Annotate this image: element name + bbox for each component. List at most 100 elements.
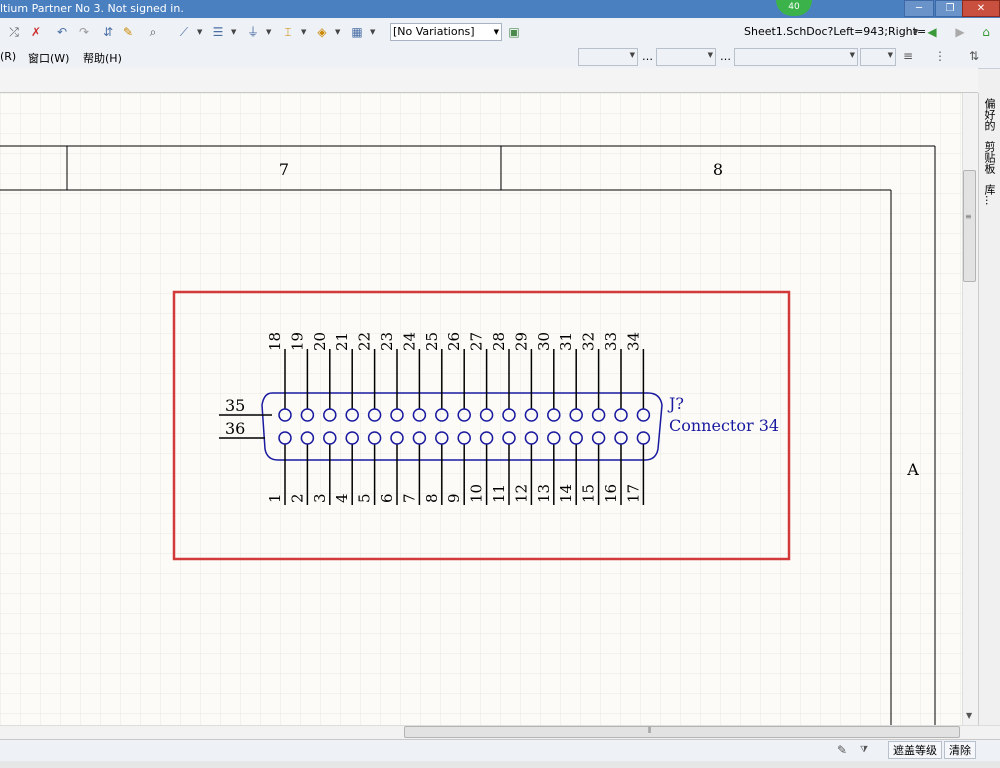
pin-35-label: 35 xyxy=(225,396,245,415)
binoculars-icon[interactable]: ⌕ xyxy=(145,24,161,40)
font-select[interactable]: ▼ xyxy=(578,48,638,66)
top-pin-number: 23 xyxy=(378,332,396,351)
variant-manager-icon[interactable]: ▣ xyxy=(506,24,522,40)
top-pin-number: 19 xyxy=(288,332,306,351)
minimize-button[interactable]: ─ xyxy=(904,0,934,17)
tab-clipboard[interactable]: 剪贴板 xyxy=(981,141,997,174)
clear-button[interactable]: 清除 xyxy=(944,741,976,759)
document-tab-strip xyxy=(0,68,978,93)
filter-icon[interactable]: ⧩ xyxy=(856,742,872,758)
pin-36-label: 36 xyxy=(225,419,245,438)
bottom-pin-number: 15 xyxy=(580,484,598,503)
separator-dots: … xyxy=(642,50,653,63)
top-pin-number: 26 xyxy=(445,332,463,351)
align-left-icon[interactable]: ≡ xyxy=(900,48,916,64)
grip-icon: ⦀ xyxy=(648,726,652,735)
mask-tool-icon[interactable]: ✎ xyxy=(834,742,850,758)
component-comment: Connector 34 xyxy=(669,416,779,435)
bottom-pin-number: 16 xyxy=(602,484,620,503)
bottom-pin-number: 1 xyxy=(266,493,284,503)
top-pin-number: 22 xyxy=(356,332,374,351)
schematic-canvas[interactable]: 7 8 A 35 36 J? Connector 34 18 19 20 21 22 23… xyxy=(0,93,962,725)
wire-tool-icon[interactable]: ⤮ xyxy=(6,24,22,40)
sheet-path-field[interactable]: Sheet1.SchDoc?Left=943;Right= xyxy=(744,25,926,38)
align-icon[interactable]: ☰ xyxy=(210,24,226,40)
top-pin-number: 20 xyxy=(311,332,329,351)
cross-probe-icon[interactable]: ⇵ xyxy=(100,24,116,40)
top-pin-number: 21 xyxy=(333,332,351,351)
bottom-pin-number: 9 xyxy=(445,493,463,503)
variations-label: [No Variations] xyxy=(393,25,475,38)
bottom-pin-number: 8 xyxy=(423,493,441,503)
mask-level-button[interactable]: 遮盖等级 xyxy=(888,741,942,759)
chevron-down-icon[interactable]: ▼ xyxy=(231,24,237,40)
chevron-down-icon: ▼ xyxy=(707,51,713,59)
pencil-icon[interactable]: ✎ xyxy=(120,24,136,40)
vertical-scroll-thumb[interactable] xyxy=(963,170,976,282)
bottom-pin-number: 13 xyxy=(535,484,553,503)
component-designator: J? xyxy=(667,394,684,413)
schematic-sheet: 7 8 A 35 36 J? Connector 34 18 19 20 21 22 23… xyxy=(0,93,962,725)
top-pin-number: 25 xyxy=(423,332,441,351)
ground-icon[interactable]: ⏚ xyxy=(245,24,261,40)
chevron-down-icon[interactable]: ▼ xyxy=(197,24,203,40)
separator-dots: … xyxy=(720,50,731,63)
size-select[interactable]: ▼ xyxy=(656,48,716,66)
port-icon[interactable]: ◈ xyxy=(314,24,330,40)
bottom-pin-number: 4 xyxy=(333,493,351,503)
chevron-down-icon[interactable]: ▼ xyxy=(301,24,307,40)
style-select[interactable]: ▼ xyxy=(734,48,858,66)
menu-item-window[interactable]: 窗口(W) xyxy=(28,50,69,66)
bottom-pin-number: 6 xyxy=(378,493,396,503)
close-button[interactable]: ✕ xyxy=(962,0,1000,17)
chevron-down-icon[interactable]: ▼ xyxy=(913,24,919,40)
top-pin-number: 28 xyxy=(490,332,508,351)
probe-icon[interactable]: ⌶ xyxy=(280,24,296,40)
redo-icon[interactable]: ↷ xyxy=(76,24,92,40)
distribute-icon[interactable]: ⋮ xyxy=(932,48,948,64)
back-icon[interactable]: ◀ xyxy=(924,24,940,40)
variations-select[interactable]: [No Variations] ▼ xyxy=(390,23,502,41)
chevron-down-icon[interactable]: ▼ xyxy=(266,24,272,40)
horizontal-scroll-thumb[interactable] xyxy=(404,726,960,738)
forward-icon[interactable]: ▶ xyxy=(952,24,968,40)
bottom-pin-number: 10 xyxy=(468,484,486,503)
chevron-down-icon[interactable]: ▼ xyxy=(370,24,376,40)
bottom-pin-number: 3 xyxy=(311,493,329,503)
width-select[interactable]: ▼ xyxy=(860,48,896,66)
bottom-pin-number: 7 xyxy=(400,493,418,503)
scroll-down-icon[interactable]: ▼ xyxy=(966,711,972,720)
top-pin-number: 27 xyxy=(468,332,486,351)
undo-icon[interactable]: ↶ xyxy=(54,24,70,40)
chevron-down-icon: ▼ xyxy=(493,28,499,36)
panel-tab-bar xyxy=(0,761,1000,768)
chevron-down-icon[interactable]: ▼ xyxy=(335,24,341,40)
zone-letter-a: A xyxy=(906,460,919,479)
menu-item-help[interactable]: 帮助(H) xyxy=(83,50,122,66)
line-tool-icon[interactable]: ⟋ xyxy=(176,24,192,40)
tab-library[interactable]: 库... xyxy=(981,184,997,206)
delete-icon[interactable]: ✗ xyxy=(28,24,44,40)
top-pin-number: 32 xyxy=(580,332,598,351)
top-pin-number: 18 xyxy=(266,332,284,351)
zone-number-8: 8 xyxy=(713,160,723,179)
bottom-pin-number: 14 xyxy=(557,484,575,503)
bottom-pin-number: 5 xyxy=(356,493,374,503)
grid-icon[interactable]: ▦ xyxy=(349,24,365,40)
chevron-down-icon: ▼ xyxy=(887,51,893,59)
bottom-pin-number: 11 xyxy=(490,484,508,503)
menu-item-r[interactable]: (R) xyxy=(0,50,16,63)
bottom-pin-number: 17 xyxy=(624,484,642,503)
arrange-icon[interactable]: ⇅ xyxy=(966,48,982,64)
top-pin-number: 30 xyxy=(535,332,553,351)
top-pin-number: 33 xyxy=(602,332,620,351)
grip-icon: ≡ xyxy=(965,212,972,221)
bottom-pin-number: 12 xyxy=(512,484,530,503)
home-icon[interactable]: ⌂ xyxy=(978,24,994,40)
window-title: ltium Partner No 3. Not signed in. xyxy=(0,2,184,15)
top-pin-number: 31 xyxy=(557,332,575,351)
bottom-pin-number: 2 xyxy=(288,493,306,503)
status-bar xyxy=(0,739,1000,762)
restore-button[interactable]: ❐ xyxy=(935,0,965,17)
tab-favorites[interactable]: 偏好的 xyxy=(981,98,997,131)
